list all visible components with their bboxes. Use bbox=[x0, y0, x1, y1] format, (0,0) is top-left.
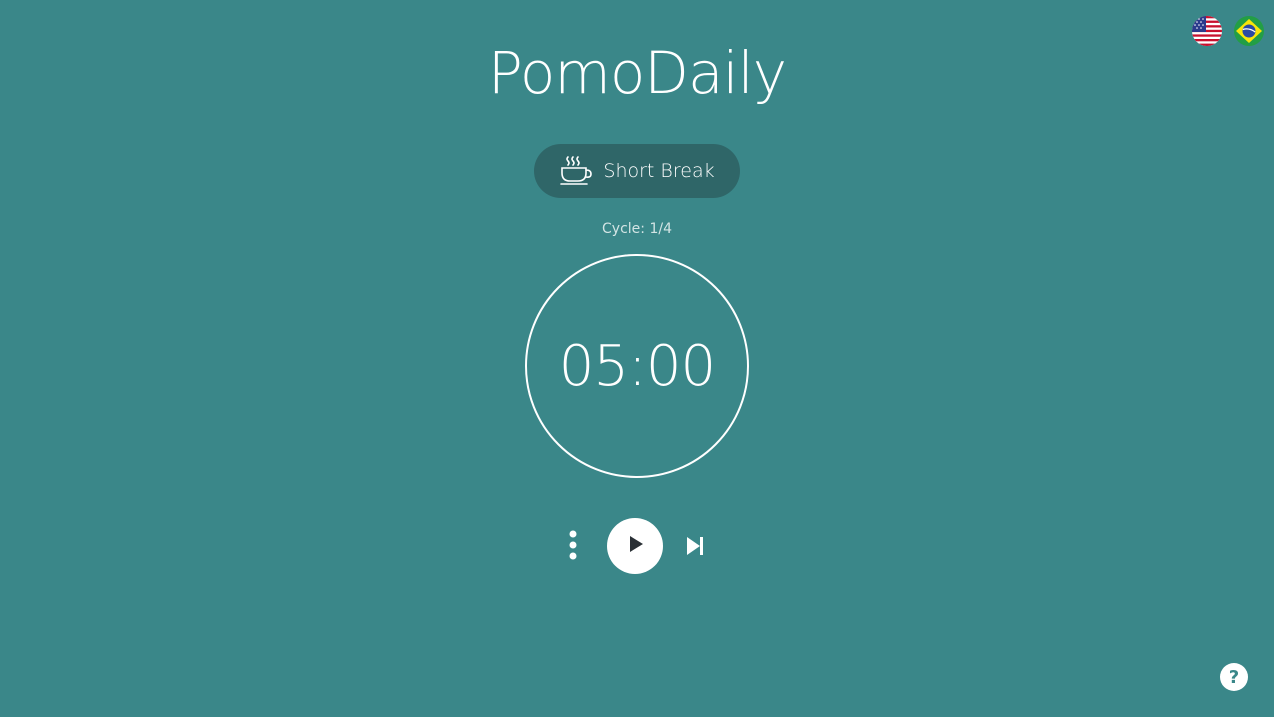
coffee-cup-icon bbox=[559, 155, 593, 187]
more-vertical-icon[interactable] bbox=[563, 528, 583, 564]
play-icon bbox=[625, 534, 645, 558]
help-button[interactable]: ? bbox=[1220, 663, 1248, 691]
timer-controls bbox=[0, 518, 1274, 574]
mode-button[interactable]: Short Break bbox=[534, 144, 740, 198]
timer-circle: 05:00 bbox=[525, 254, 749, 478]
app-title: PomoDaily bbox=[487, 39, 787, 107]
cycle-counter: Cycle: 1/4 bbox=[602, 221, 672, 237]
pomodoro-page: PomoDaily Short Break Cycle: 1/4 05:00 ? bbox=[0, 0, 1274, 717]
timer-display: 05:00 bbox=[558, 333, 716, 399]
play-button[interactable] bbox=[607, 518, 663, 574]
mode-label: Short Break bbox=[603, 160, 715, 182]
skip-next-icon[interactable] bbox=[685, 535, 705, 557]
